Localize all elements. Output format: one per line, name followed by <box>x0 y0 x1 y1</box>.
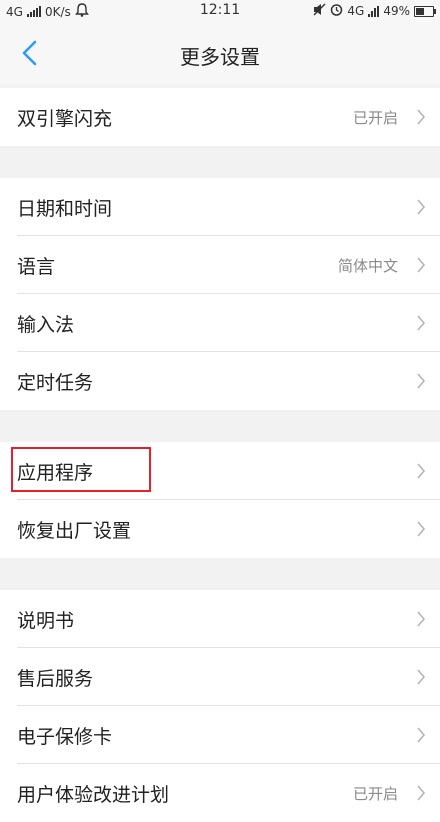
settings-item-label: 电子保修卡 <box>17 725 113 748</box>
settings-list: 双引擎闪充 已开启 日期和时间 语言 简体中文 输入法 定时任务 应用程序 恢复… <box>0 84 440 822</box>
battery-percent: 49% <box>383 4 410 18</box>
settings-item-manual[interactable]: 说明书 <box>0 590 440 648</box>
alarm-icon <box>330 3 343 19</box>
settings-item-input-method[interactable]: 输入法 <box>0 294 440 352</box>
settings-item-label: 用户体验改进计划 <box>17 783 170 806</box>
settings-item-label: 语言 <box>17 255 56 278</box>
settings-item-label: 输入法 <box>17 313 75 336</box>
settings-item-label: 恢复出厂设置 <box>17 519 132 542</box>
settings-item-label: 定时任务 <box>17 371 94 394</box>
chevron-right-icon <box>417 109 426 125</box>
chevron-right-icon <box>417 611 426 627</box>
settings-item-factory-reset[interactable]: 恢复出厂设置 <box>0 500 440 558</box>
settings-item-date-time[interactable]: 日期和时间 <box>0 178 440 236</box>
chevron-right-icon <box>417 257 426 273</box>
settings-item-label: 日期和时间 <box>17 197 113 220</box>
chevron-right-icon <box>417 521 426 537</box>
settings-item-value: 已开启 <box>352 108 398 127</box>
section-gap <box>0 146 440 178</box>
chevron-right-icon <box>417 669 426 685</box>
battery-icon <box>414 5 436 17</box>
page-title: 更多设置 <box>180 45 260 69</box>
chevron-right-icon <box>417 199 426 215</box>
network-type-label-right: 4G <box>347 4 365 18</box>
settings-item-label: 应用程序 <box>17 461 94 484</box>
chevron-right-icon <box>417 373 426 389</box>
settings-item-value: 简体中文 <box>337 256 398 275</box>
chevron-right-icon <box>417 315 426 331</box>
settings-item-after-sales[interactable]: 售后服务 <box>0 648 440 706</box>
status-bar: 4G 0K/s 12:11 4G 49% <box>0 0 440 22</box>
chevron-right-icon <box>417 727 426 743</box>
signal-icon-right <box>368 5 380 17</box>
chevron-right-icon <box>417 463 426 479</box>
settings-item-warranty-card[interactable]: 电子保修卡 <box>0 706 440 764</box>
settings-item-user-experience[interactable]: 用户体验改进计划 已开启 <box>0 764 440 822</box>
settings-item-label: 售后服务 <box>17 667 94 690</box>
settings-item-dual-engine-charging[interactable]: 双引擎闪充 已开启 <box>0 88 440 146</box>
mute-icon <box>313 3 326 19</box>
settings-item-scheduled-tasks[interactable]: 定时任务 <box>0 352 440 410</box>
settings-item-language[interactable]: 语言 简体中文 <box>0 236 440 294</box>
status-right: 4G 49% <box>313 3 436 19</box>
settings-item-label: 双引擎闪充 <box>17 107 113 130</box>
section-gap <box>0 410 440 442</box>
settings-item-value: 已开启 <box>352 784 398 803</box>
settings-item-applications[interactable]: 应用程序 <box>0 442 440 500</box>
settings-item-label: 说明书 <box>17 609 75 632</box>
header: 更多设置 <box>0 22 440 85</box>
section-gap <box>0 558 440 590</box>
